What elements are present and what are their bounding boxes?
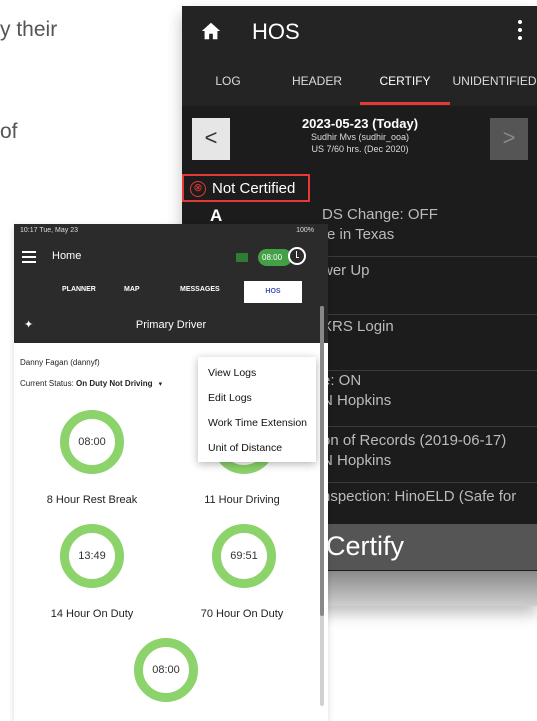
next-day-button[interactable]: > (490, 118, 528, 160)
status-bar: 10:17 Tue, May 23 100% (14, 224, 328, 239)
clock-icon[interactable] (288, 247, 306, 265)
timer-label: 8 Hour Rest Break (46, 494, 138, 506)
tab-log[interactable]: LOG (204, 74, 252, 88)
divider (322, 256, 537, 257)
chevron-down-icon: ▾ (154, 381, 163, 388)
timer-value: 08:00 (78, 436, 106, 448)
tab-messages[interactable]: MESSAGES (180, 286, 220, 293)
scrollbar[interactable] (320, 306, 324, 706)
tab-map[interactable]: MAP (124, 286, 140, 293)
divider (322, 426, 537, 427)
certification-status: ⊗ Not Certified (182, 174, 310, 202)
previous-day-button[interactable]: < (192, 118, 230, 160)
certification-status-label: Not Certified (212, 180, 296, 197)
log-item: DS Change: OFF (322, 206, 438, 223)
menu-item-work-time-extension[interactable]: Work Time Extension (208, 417, 307, 429)
timer-label: 11 Hour Driving (204, 494, 280, 506)
tab-certify[interactable]: CERTIFY (370, 74, 440, 88)
tab-planner[interactable]: PLANNER (62, 286, 96, 293)
divider (322, 482, 537, 483)
home-title: Home (52, 250, 82, 262)
tab-hos[interactable]: HOS (244, 281, 302, 303)
hos-tabs: LOG HEADER CERTIFY UNIDENTIFIED (182, 58, 537, 106)
status-bar-time: 10:17 Tue, May 23 (20, 227, 78, 234)
driver-name: Sudhir Mvs (sudhir_ooa) (310, 132, 410, 142)
background-text-line2: of (0, 120, 18, 143)
timer-ring-on-duty-14: 13:49 (60, 524, 124, 588)
not-certified-icon: ⊗ (190, 181, 206, 197)
log-item: re in Texas (322, 226, 395, 243)
timer-ring-on-duty-70: 69:51 (212, 524, 276, 588)
tab-header[interactable]: HEADER (286, 74, 348, 88)
log-item: nspection: HinoELD (Safe for (322, 488, 517, 505)
timer-label: 70 Hour On Duty (200, 608, 284, 620)
truck-icon (236, 253, 248, 262)
timer-value: 69:51 (230, 550, 258, 562)
timer-ring-rest-break: 08:00 (60, 410, 124, 474)
hos-app-bar: HOS (182, 6, 537, 58)
log-item: N Hopkins (322, 452, 392, 469)
menu-item-edit-logs[interactable]: Edit Logs (208, 392, 252, 404)
current-status[interactable]: Current Status: On Duty Not Driving ▾ (20, 379, 162, 388)
date-navigator: < 2023-05-23 (Today) Sudhir Mvs (sudhir_… (182, 108, 537, 172)
certify-button-label: Certify (326, 531, 405, 561)
menu-item-view-logs[interactable]: View Logs (208, 367, 256, 379)
primary-driver-label: Primary Driver (135, 319, 207, 331)
active-tab-indicator (360, 102, 450, 105)
primary-driver-bar: ✦ Primary Driver (14, 307, 328, 343)
current-status-value: On Duty Not Driving (76, 379, 153, 388)
home-nav-tabs: PLANNER MAP MESSAGES HOS (14, 277, 328, 307)
duty-timer[interactable]: 08:00 (258, 249, 292, 266)
home-icon[interactable] (200, 20, 222, 42)
log-date: 2023-05-23 (Today) (301, 116, 419, 131)
hos-options-menu: View Logs Edit Logs Work Time Extension … (198, 357, 316, 462)
hos-title: HOS (252, 19, 300, 44)
divider (322, 314, 537, 315)
timer-value: 08:00 (152, 664, 180, 676)
log-item: XRS Login (322, 318, 394, 335)
more-options-icon[interactable] (517, 20, 523, 42)
background-text-line1: y their (0, 18, 58, 41)
menu-item-unit-of-distance[interactable]: Unit of Distance (208, 442, 282, 454)
battery-level: 100% (296, 227, 314, 234)
current-status-label: Current Status: (20, 379, 74, 388)
home-phone-screenshot: 10:17 Tue, May 23 100% Home 08:00 PLANNE… (14, 224, 328, 721)
timer-ring-cycle: 08:00 (134, 638, 198, 702)
log-item: N Hopkins (322, 392, 392, 409)
cycle-rule: US 7/60 hrs. (Dec 2020) (311, 144, 409, 154)
hamburger-menu-icon[interactable] (22, 251, 36, 263)
certify-button[interactable]: Certify (322, 524, 537, 570)
log-event-letter: A (210, 206, 223, 225)
home-app-bar: Home 08:00 (14, 239, 328, 277)
timer-label: 14 Hour On Duty (50, 608, 134, 620)
user-name: Danny Fagan (dannyf) (20, 358, 100, 367)
timer-value: 13:49 (78, 550, 106, 562)
log-item: wer Up (322, 262, 370, 279)
tab-unidentified[interactable]: UNIDENTIFIED (452, 74, 537, 88)
date-block: 2023-05-23 (Today) Sudhir Mvs (sudhir_oo… (290, 116, 430, 155)
log-item: on of Records (2019-06-17) (322, 432, 507, 449)
